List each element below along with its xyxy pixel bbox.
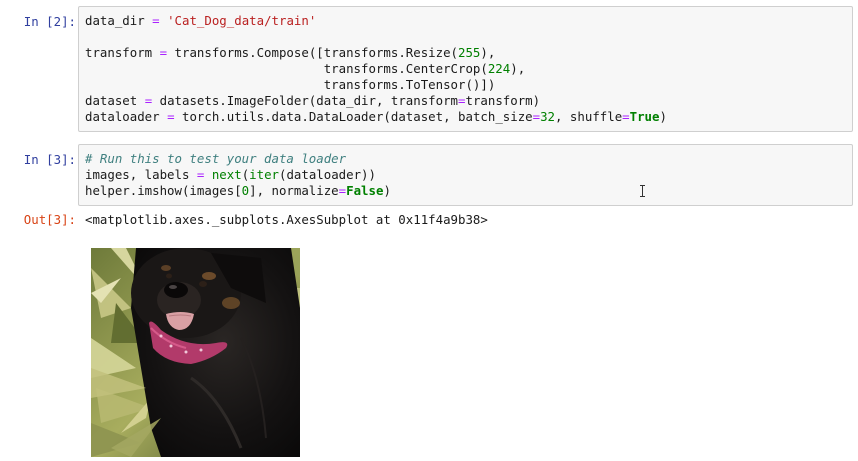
- code-token: ], normalize: [249, 183, 339, 198]
- code-token: dataloader: [85, 109, 160, 124]
- code-line: dataloader = torch.utils.data.DataLoader…: [85, 109, 667, 125]
- code-token: transform): [465, 93, 541, 108]
- code-editor[interactable]: # Run this to test your data loader image…: [78, 144, 853, 206]
- code-token: images, labels: [85, 167, 190, 182]
- code-token: (dataloader)): [279, 167, 376, 182]
- code-token: dataset: [85, 93, 138, 108]
- code-token: =: [159, 45, 168, 60]
- code-token: ),: [480, 45, 496, 60]
- code-token: 32: [540, 109, 556, 124]
- code-token: torch.utils.data.DataLoader(dataset, bat…: [174, 109, 533, 124]
- code-token: , shuffle: [555, 109, 623, 124]
- code-token: False: [346, 183, 384, 198]
- code-token: transform: [85, 45, 153, 60]
- code-line: data_dir = 'Cat_Dog_data/train': [85, 13, 316, 29]
- code-token: ): [659, 109, 667, 124]
- code-line: dataset = datasets.ImageFolder(data_dir,…: [85, 93, 540, 109]
- code-token: # Run this to test your data loader: [85, 151, 347, 166]
- code-token: 224: [487, 61, 511, 76]
- code-line: transforms.CenterCrop(224),: [85, 61, 525, 77]
- code-token: transforms.Compose([transforms.Resize(: [167, 45, 459, 60]
- code-token: datasets.ImageFolder(data_dir, transform: [152, 93, 459, 108]
- output-text: <matplotlib.axes._subplots.AxesSubplot a…: [85, 212, 488, 227]
- code-token: 'Cat_Dog_data/train': [167, 13, 317, 28]
- code-token: transforms.ToTensor()]): [85, 77, 496, 92]
- code-token: True: [629, 109, 660, 124]
- text-cursor-icon: [640, 185, 645, 197]
- code-token: =: [167, 109, 175, 124]
- code-token: 255: [458, 45, 481, 60]
- black-dog-with-pink-bandana-image: [91, 248, 300, 457]
- code-token: =: [532, 109, 541, 124]
- code-token: =: [622, 109, 630, 124]
- code-token: ),: [510, 61, 526, 76]
- input-prompt: In [3]:: [23, 152, 76, 167]
- code-editor[interactable]: data_dir = 'Cat_Dog_data/train' transform…: [78, 6, 853, 132]
- code-line: helper.imshow(images[0], normalize=False…: [85, 183, 391, 199]
- output-prompt: Out[3]:: [23, 212, 76, 227]
- code-line: # Run this to test your data loader: [85, 151, 346, 167]
- code-token: helper.imshow(images[: [85, 183, 242, 198]
- code-cell-3[interactable]: In [3]: # Run this to test your data loa…: [0, 144, 858, 206]
- code-token: transforms.CenterCrop(: [85, 61, 488, 76]
- code-cell-2[interactable]: In [2]: data_dir = 'Cat_Dog_data/train't…: [0, 6, 858, 134]
- code-token: iter: [249, 167, 279, 182]
- code-line: transform = transforms.Compose([transfor…: [85, 45, 495, 61]
- code-token: ): [383, 183, 391, 198]
- code-line: transforms.ToTensor()]): [85, 77, 496, 93]
- input-prompt: In [2]:: [23, 14, 76, 29]
- output-image: [91, 248, 300, 457]
- code-token: 0: [241, 183, 250, 198]
- code-token: =: [152, 13, 160, 28]
- code-token: =: [338, 183, 347, 198]
- code-line: images, labels = next(iter(dataloader)): [85, 167, 376, 183]
- code-token: data_dir: [85, 13, 145, 28]
- code-token: next: [211, 167, 242, 182]
